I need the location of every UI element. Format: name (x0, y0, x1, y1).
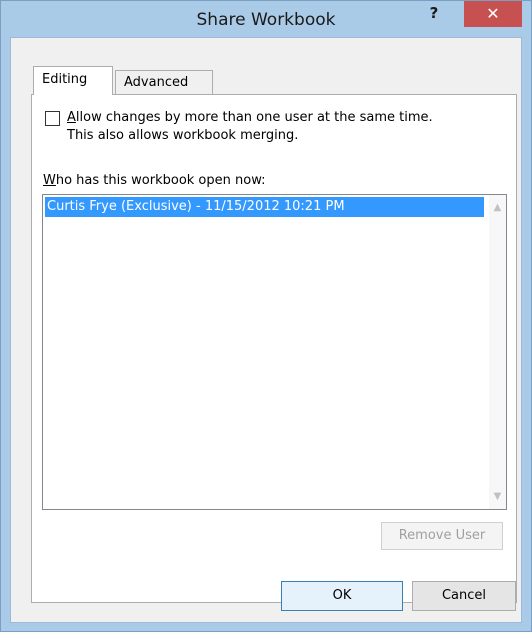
allow-changes-checkbox[interactable] (45, 111, 60, 126)
close-button[interactable]: ✕ (464, 1, 522, 27)
title-bar[interactable]: Share Workbook ? ✕ (1, 1, 531, 37)
who-has-open-label: Who has this workbook open now: (43, 173, 266, 188)
allow-changes-label-line1: llow changes by more than one user at th… (75, 110, 433, 125)
user-list-item[interactable]: Curtis Frye (Exclusive) - 11/15/2012 10:… (45, 197, 484, 217)
who-has-open-accelerator: W (43, 173, 56, 188)
cancel-button[interactable]: Cancel (412, 581, 516, 611)
users-listbox[interactable]: Curtis Frye (Exclusive) - 11/15/2012 10:… (42, 194, 507, 510)
tab-advanced[interactable]: Advanced (115, 70, 213, 94)
close-icon: ✕ (486, 4, 500, 23)
share-workbook-dialog: Share Workbook ? ✕ Editing Advanced Allo… (0, 0, 532, 632)
allow-changes-label[interactable]: Allow changes by more than one user at t… (67, 109, 507, 145)
allow-changes-label-line2: This also allows workbook merging. (67, 128, 299, 143)
ok-button[interactable]: OK (281, 581, 403, 611)
listbox-scrollbar[interactable]: ▲ ▼ (489, 195, 506, 509)
allow-changes-accelerator: A (67, 110, 76, 125)
help-button[interactable]: ? (419, 1, 449, 23)
dialog-title: Share Workbook (196, 10, 336, 30)
chevron-up-icon[interactable]: ▲ (489, 199, 506, 216)
tab-editing[interactable]: Editing (33, 66, 113, 95)
remove-user-button[interactable]: Remove User (381, 522, 503, 550)
chevron-down-icon[interactable]: ▼ (489, 488, 506, 505)
who-has-open-label-text: ho has this workbook open now: (55, 173, 266, 188)
